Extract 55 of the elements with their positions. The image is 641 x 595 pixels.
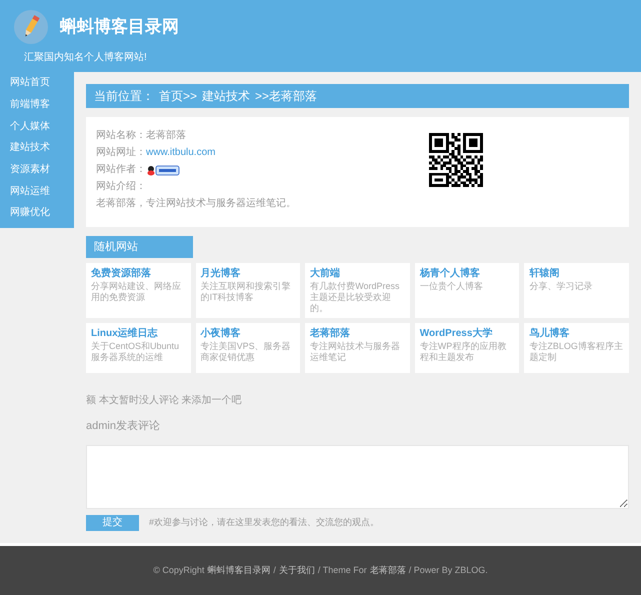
footer-text: / — [273, 564, 276, 577]
footer-link[interactable]: 关于我们 — [278, 564, 315, 578]
sidebar-item[interactable]: 网站首页 — [0, 72, 74, 94]
info-label: 网站网址： — [96, 146, 146, 160]
qr-code-icon — [429, 133, 483, 187]
sidebar-item[interactable]: 网站运维 — [0, 180, 74, 202]
pencil-logo-icon — [14, 10, 48, 44]
info-label: 网站作者： — [96, 163, 146, 177]
card-description: 关注互联网和搜索引擎的IT科技博客 — [200, 281, 292, 303]
footer-text: © CopyRight — [153, 564, 204, 577]
website-link[interactable]: www.itbulu.com — [146, 146, 216, 160]
breadcrumb-link[interactable]: 建站技术 — [202, 87, 250, 105]
card-title[interactable]: Linux运维日志 — [91, 327, 186, 341]
sidebar-item[interactable]: 资源素材 — [0, 158, 74, 180]
chat-badge-icon[interactable] — [146, 164, 180, 176]
card-description: 有几款付费WordPress主题还是比较受欢迎的。 — [310, 281, 401, 314]
card-title[interactable]: 鸟儿博客 — [529, 327, 624, 341]
card-description: 专注WP程序的应用教程和主题发布 — [420, 341, 508, 363]
comment-heading: admin发表评论 — [86, 419, 161, 434]
site-tagline: 汇聚国内知名个人博客网站! — [23, 50, 148, 65]
breadcrumb-link[interactable]: 首页>> — [159, 87, 198, 105]
sidebar-item[interactable]: 建站技术 — [0, 137, 74, 159]
card-description: 专注美国VPS、服务器商家促销优惠 — [200, 341, 292, 363]
card-title[interactable]: 小夜博客 — [200, 327, 296, 341]
breadcrumb-label: 当前位置： — [94, 88, 154, 105]
comment-field[interactable] — [86, 444, 629, 508]
info-label: 网站介绍： — [96, 180, 146, 194]
card-title[interactable]: WordPress大学 — [420, 327, 514, 341]
card-description: 专注网站技术与服务器运维笔记 — [310, 341, 402, 363]
card-description: 分享、学习记录 — [529, 281, 594, 292]
sidebar-item[interactable]: 网赚优化 — [0, 202, 74, 224]
card-description: 分享网站建设、网络应用的免费资源 — [91, 281, 182, 303]
no-comments-note: 额 本文暂时没人评论 来添加一个吧 — [86, 394, 243, 408]
info-label: 网站名称： — [96, 129, 146, 143]
site-title[interactable]: 蝌蚪博客目录网 — [60, 14, 179, 40]
card-title[interactable]: 老蒋部落 — [310, 327, 405, 341]
submit-button[interactable]: 提交 — [86, 514, 139, 530]
footer-text: / Power By ZBLOG. — [408, 564, 488, 577]
card-title[interactable]: 月光博客 — [200, 267, 296, 281]
card-title[interactable]: 大前端 — [310, 267, 405, 281]
card-description: 关于CentOS和Ubuntu服务器系统的运维 — [91, 341, 180, 363]
card-description: 专注ZBLOG博客程序主题定制 — [529, 341, 624, 363]
sidebar-item[interactable]: 个人媒体 — [0, 115, 74, 138]
card-title[interactable]: 免费资源部落 — [91, 267, 186, 281]
info-value: 老蒋部落 — [146, 129, 186, 143]
site-description: 老蒋部落，专注网站技术与服务器运维笔记。 — [96, 197, 297, 211]
footer-link[interactable]: 蝌蚪博客目录网 — [207, 564, 270, 578]
sidebar-item[interactable]: 前端博客 — [0, 94, 74, 116]
card-title[interactable]: 杨青个人博客 — [420, 267, 514, 281]
card-description: 一位贵个人博客 — [420, 281, 484, 292]
footer-link[interactable]: 老蒋部落 — [370, 564, 406, 578]
breadcrumb-link[interactable]: >>老蒋部落 — [255, 87, 318, 105]
comment-hint: #欢迎参与讨论，请在这里发表您的看法、交流您的观点。 — [149, 516, 380, 529]
footer-text: / Theme For — [318, 564, 367, 577]
card-title[interactable]: 轩辕阁 — [529, 267, 624, 281]
